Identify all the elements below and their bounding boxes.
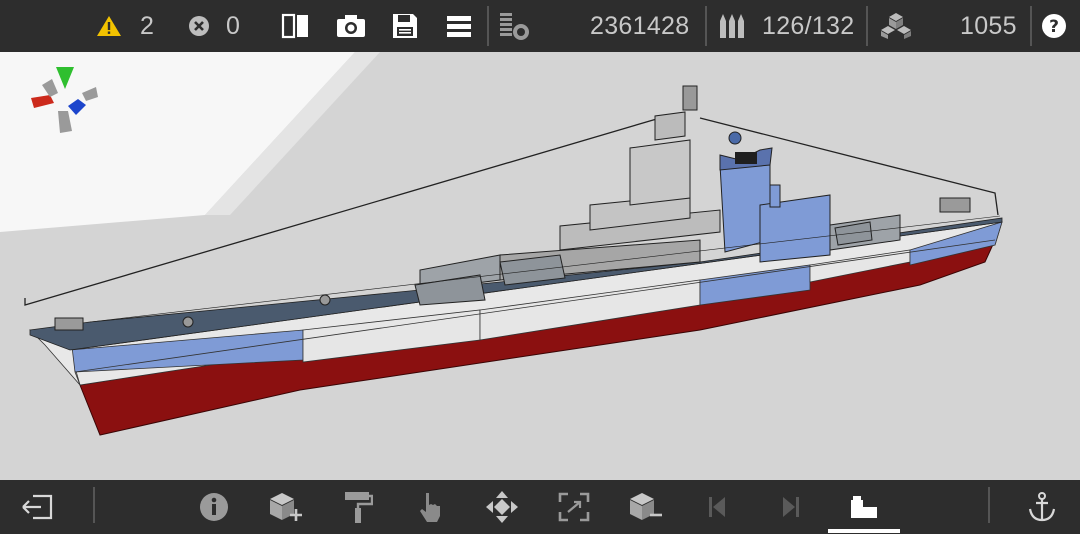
active-tab-indicator xyxy=(828,529,900,533)
screenshot-button[interactable] xyxy=(336,0,366,52)
divider xyxy=(487,6,489,46)
move-button[interactable] xyxy=(478,480,526,534)
error-button[interactable] xyxy=(188,0,210,52)
errors-count: 0 xyxy=(226,11,241,40)
warning-button[interactable] xyxy=(96,0,122,52)
divider xyxy=(93,487,95,523)
axis-z-icon xyxy=(68,99,86,115)
remove-block-button[interactable] xyxy=(622,480,670,534)
axis-gizmo[interactable] xyxy=(28,65,102,137)
add-block-icon xyxy=(270,493,302,521)
blocks-indicator xyxy=(880,0,912,52)
ship-model xyxy=(0,52,1003,436)
paint-roller-icon xyxy=(345,492,373,523)
bridge-tower xyxy=(629,139,691,206)
menu-button[interactable] xyxy=(446,0,472,52)
warning-icon xyxy=(97,16,121,36)
mirror-icon xyxy=(281,13,308,39)
step-forward-icon xyxy=(783,497,799,517)
divider xyxy=(988,487,990,523)
bottom-toolbar xyxy=(0,480,1080,534)
3d-viewport[interactable] xyxy=(0,52,1080,480)
info-button[interactable] xyxy=(190,480,238,534)
remove-block-icon xyxy=(630,493,662,520)
top-toolbar: 2 0 2361428 126/132 1055 ? xyxy=(0,0,1080,52)
save-icon xyxy=(393,14,417,38)
resize-icon xyxy=(558,492,590,522)
resize-button[interactable] xyxy=(550,480,598,534)
cost-indicator xyxy=(499,0,531,52)
save-button[interactable] xyxy=(392,0,418,52)
blocks-value: 1055 xyxy=(960,11,1017,40)
add-block-button[interactable] xyxy=(262,480,310,534)
blocks-icon xyxy=(881,13,911,39)
cost-icon xyxy=(500,13,529,40)
hand-pointer-icon xyxy=(420,493,440,522)
move-icon xyxy=(486,491,518,523)
ammo-icon xyxy=(720,14,744,38)
divider xyxy=(866,6,868,46)
exit-button[interactable] xyxy=(14,480,62,534)
ammo-indicator xyxy=(719,0,749,52)
step-forward-button[interactable] xyxy=(766,480,814,534)
select-button[interactable] xyxy=(406,480,454,534)
anchor-button[interactable] xyxy=(1018,480,1066,534)
menu-icon xyxy=(447,16,471,37)
mirror-button[interactable] xyxy=(281,0,313,52)
anchor-icon xyxy=(1028,492,1056,522)
paint-button[interactable] xyxy=(334,480,382,534)
axis-y-icon xyxy=(56,67,74,89)
error-icon xyxy=(189,16,209,36)
build-mode-button[interactable] xyxy=(840,480,888,534)
svg-text:?: ? xyxy=(1049,17,1059,37)
exit-icon xyxy=(22,494,53,520)
step-back-button[interactable] xyxy=(694,480,742,534)
divider xyxy=(1030,6,1032,46)
help-icon: ? xyxy=(1042,14,1066,38)
warnings-count: 2 xyxy=(140,11,155,40)
step-back-icon xyxy=(709,497,725,517)
camera-icon xyxy=(337,15,365,37)
info-icon xyxy=(200,493,228,521)
divider xyxy=(705,6,707,46)
cost-value: 2361428 xyxy=(590,11,690,40)
axis-x-icon xyxy=(31,95,54,108)
ammo-value: 126/132 xyxy=(762,11,855,40)
build-mode-icon xyxy=(851,496,877,518)
help-button[interactable]: ? xyxy=(1041,0,1067,52)
